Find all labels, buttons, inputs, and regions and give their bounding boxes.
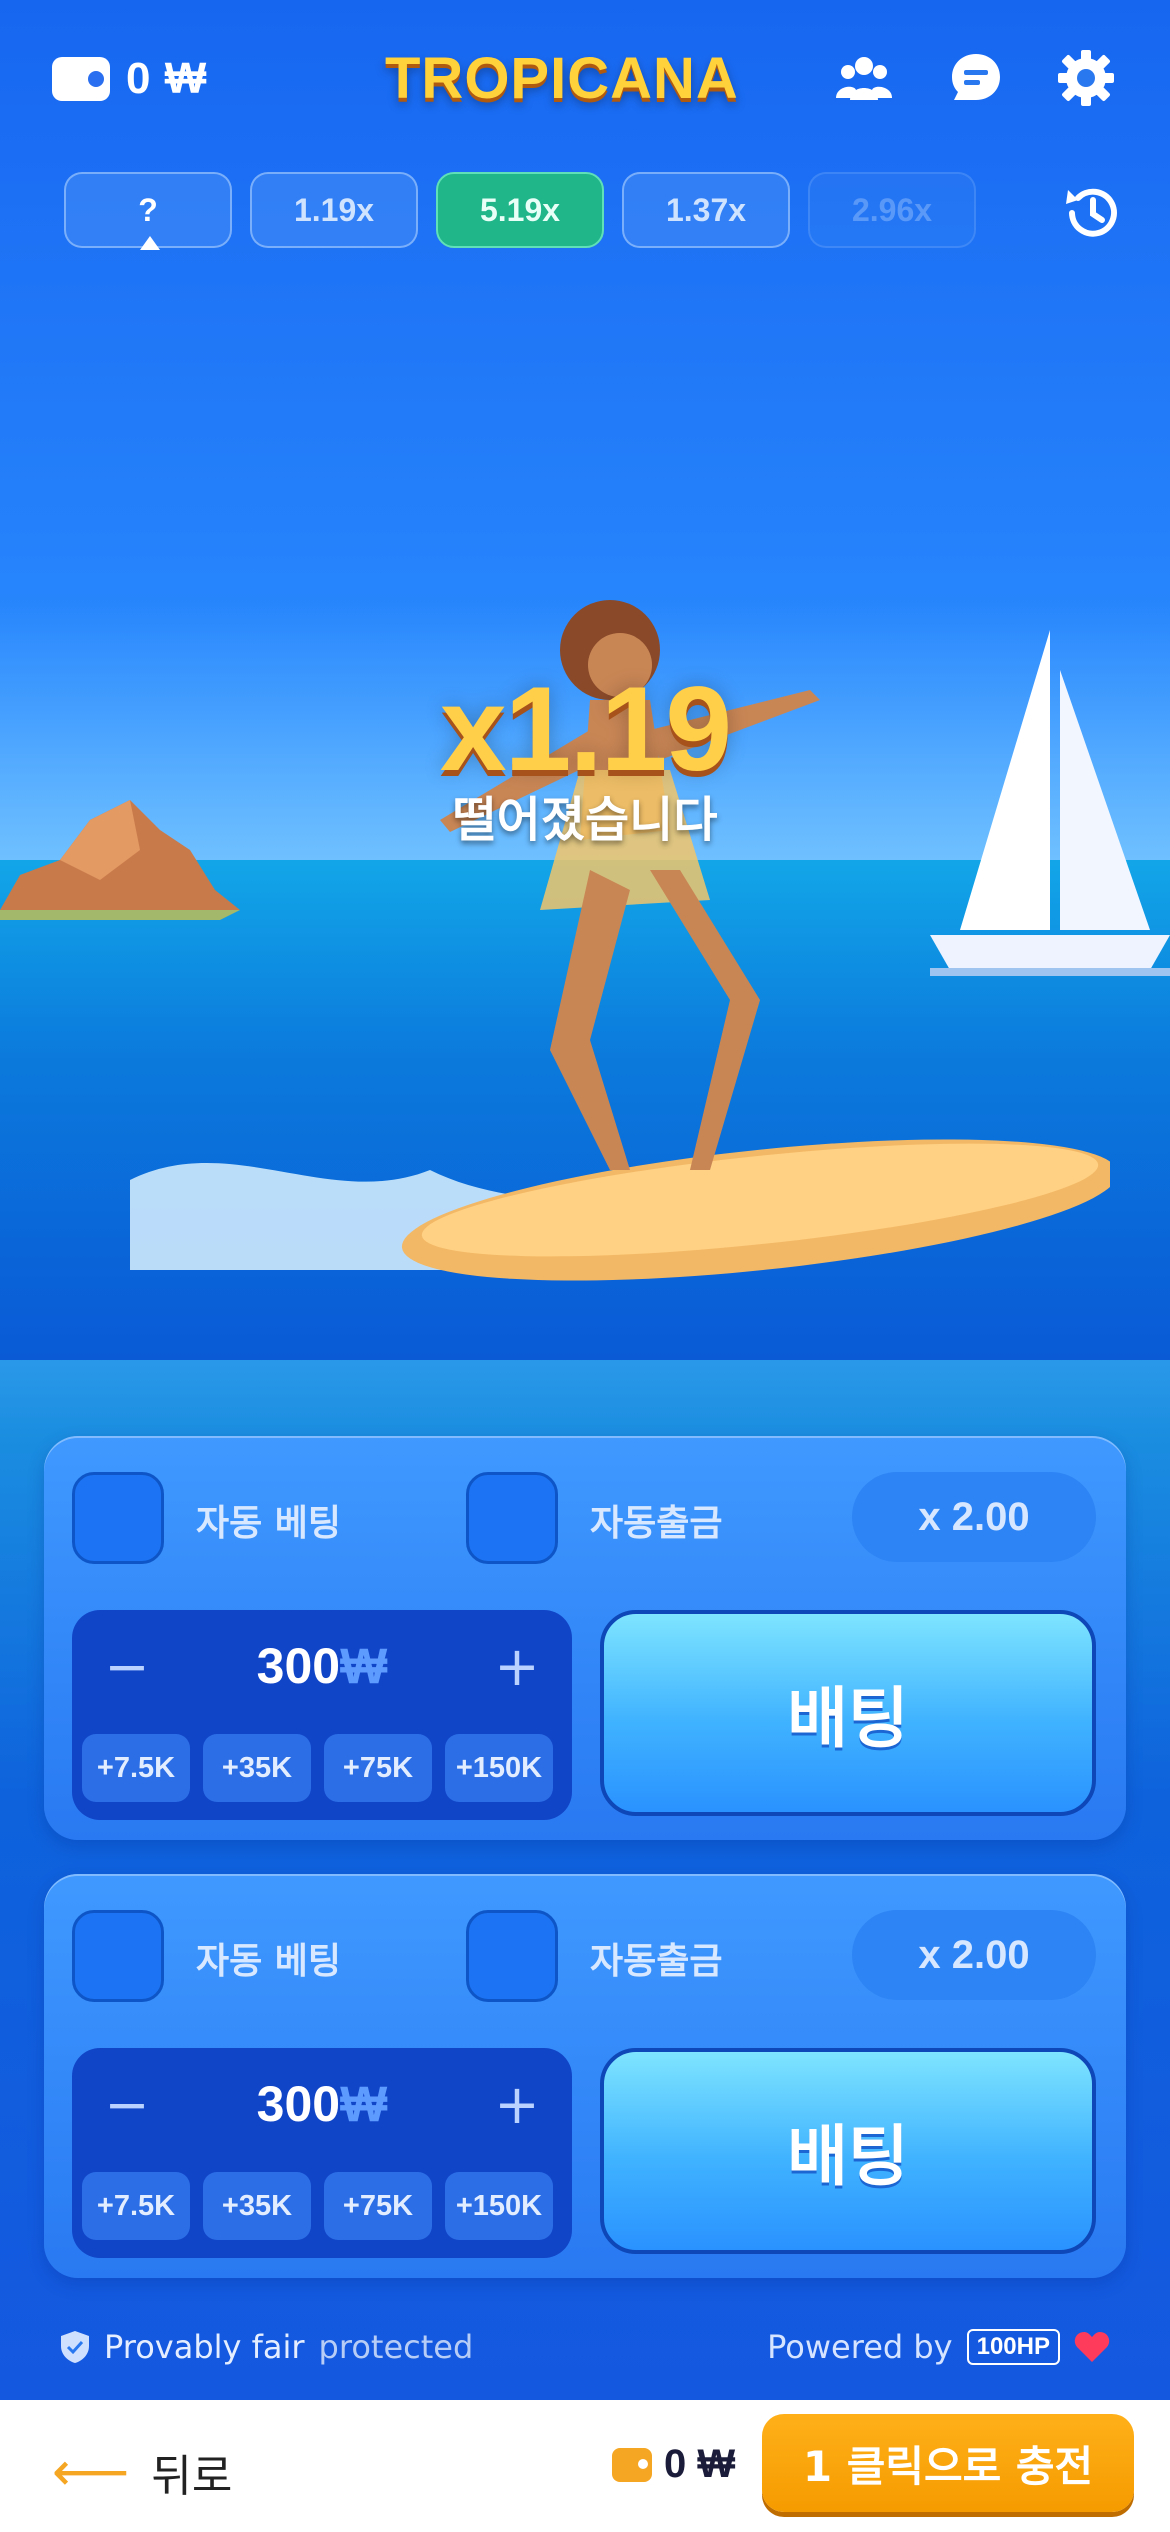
bet-button[interactable]: 배팅 (600, 2048, 1096, 2254)
chat-icon[interactable] (944, 46, 1008, 110)
back-label: 뒤로 (151, 2451, 233, 2502)
bet-button[interactable]: 배팅 (600, 1610, 1096, 1816)
quick-add-button[interactable]: +35K (203, 1734, 311, 1802)
heart-icon (1074, 2332, 1110, 2362)
increase-bet-button[interactable]: + (482, 2073, 552, 2136)
quick-add-button[interactable]: +7.5K (82, 2172, 190, 2240)
wallet-icon (52, 57, 110, 101)
top-bar: 0 ₩ TROPICANA (0, 0, 1170, 160)
bet-currency: ₩ (340, 1638, 388, 1694)
auto-bet-checkbox[interactable] (72, 1910, 164, 2002)
provably-fair-link[interactable]: Provably fair protected (60, 2328, 473, 2366)
balance-amount: 0 ₩ (126, 54, 208, 103)
auto-cashout-label: 자동출금 (590, 1503, 723, 1544)
provider-logo: 100HP (966, 2329, 1060, 2365)
bet-panel-1: 자동 베팅 자동출금 x 2.00 − 300₩ + +7.5K +35K +7… (44, 1436, 1126, 1840)
decrease-bet-button[interactable]: − (92, 1635, 162, 1698)
increase-bet-button[interactable]: + (482, 1635, 552, 1698)
wallet-icon (612, 2447, 652, 2482)
quick-add-button[interactable]: +150K (445, 2172, 553, 2240)
players-icon[interactable] (832, 46, 896, 110)
auto-bet-label: 자동 베팅 (196, 1503, 342, 1544)
multiplier-history: ? 1.19x 5.19x 1.37x 2.96x (64, 172, 976, 252)
balance-display: 0 ₩ (52, 54, 207, 104)
bet-amount-value: 300 (256, 1638, 341, 1694)
history-chip[interactable]: 5.19x (436, 172, 604, 248)
bet-currency: ₩ (340, 2076, 388, 2132)
bottom-balance-amount: 0 ₩ (664, 2442, 736, 2486)
quick-add-button[interactable]: +75K (324, 1734, 432, 1802)
auto-cashout-checkbox[interactable] (466, 1910, 558, 2002)
bet-amount-box: − 300₩ + +7.5K +35K +75K +150K (72, 1610, 572, 1820)
auto-cashout-checkbox[interactable] (466, 1472, 558, 1564)
protected-label: protected (318, 2328, 474, 2366)
shield-icon (61, 2331, 89, 2363)
auto-bet-label: 자동 베팅 (196, 1941, 342, 1982)
history-chip[interactable]: 1.37x (622, 172, 790, 248)
bet-panel-2: 자동 베팅 자동출금 x 2.00 − 300₩ + +7.5K +35K +7… (44, 1874, 1126, 2278)
decrease-bet-button[interactable]: − (92, 2073, 162, 2136)
powered-by: Powered by 100HP (767, 2328, 1110, 2366)
bet-amount-input[interactable]: 300₩ (162, 1636, 482, 1696)
quick-add-button[interactable]: +150K (445, 1734, 553, 1802)
bet-amount-box: − 300₩ + +7.5K +35K +75K +150K (72, 2048, 572, 2258)
auto-bet-checkbox[interactable] (72, 1472, 164, 1564)
powered-by-label: Powered by (767, 2328, 953, 2366)
round-status: 떨어졌습니다 (452, 792, 718, 848)
provably-fair-label: Provably fair (104, 2328, 305, 2366)
bottom-balance: 0 ₩ (612, 2442, 735, 2487)
auto-cashout-multiplier-input[interactable]: x 2.00 (852, 1472, 1096, 1562)
one-click-charge-button[interactable]: 1 클릭으로 충전 (762, 2414, 1134, 2512)
arrow-left-icon: ⟵ (52, 2440, 130, 2503)
auto-cashout-label: 자동출금 (590, 1941, 723, 1982)
game-footer: Provably fair protected Powered by 100HP (60, 2328, 1110, 2378)
history-chip[interactable]: 2.96x (808, 172, 976, 248)
history-chip[interactable]: 1.19x (250, 172, 418, 248)
bottom-bar: ⟵ 뒤로 0 ₩ 1 클릭으로 충전 (0, 2400, 1170, 2532)
game-logo: TROPICANA (385, 46, 739, 111)
quick-add-button[interactable]: +35K (203, 2172, 311, 2240)
back-button[interactable]: ⟵ 뒤로 (52, 2440, 232, 2504)
history-icon[interactable] (1058, 178, 1128, 248)
auto-cashout-multiplier-input[interactable]: x 2.00 (852, 1910, 1096, 2000)
bet-amount-input[interactable]: 300₩ (162, 2074, 482, 2134)
settings-icon[interactable] (1054, 46, 1118, 110)
quick-add-button[interactable]: +7.5K (82, 1734, 190, 1802)
crash-multiplier: x1.19 (439, 662, 732, 796)
quick-add-button[interactable]: +75K (324, 2172, 432, 2240)
bet-amount-value: 300 (256, 2076, 341, 2132)
history-chip-current[interactable]: ? (64, 172, 232, 250)
